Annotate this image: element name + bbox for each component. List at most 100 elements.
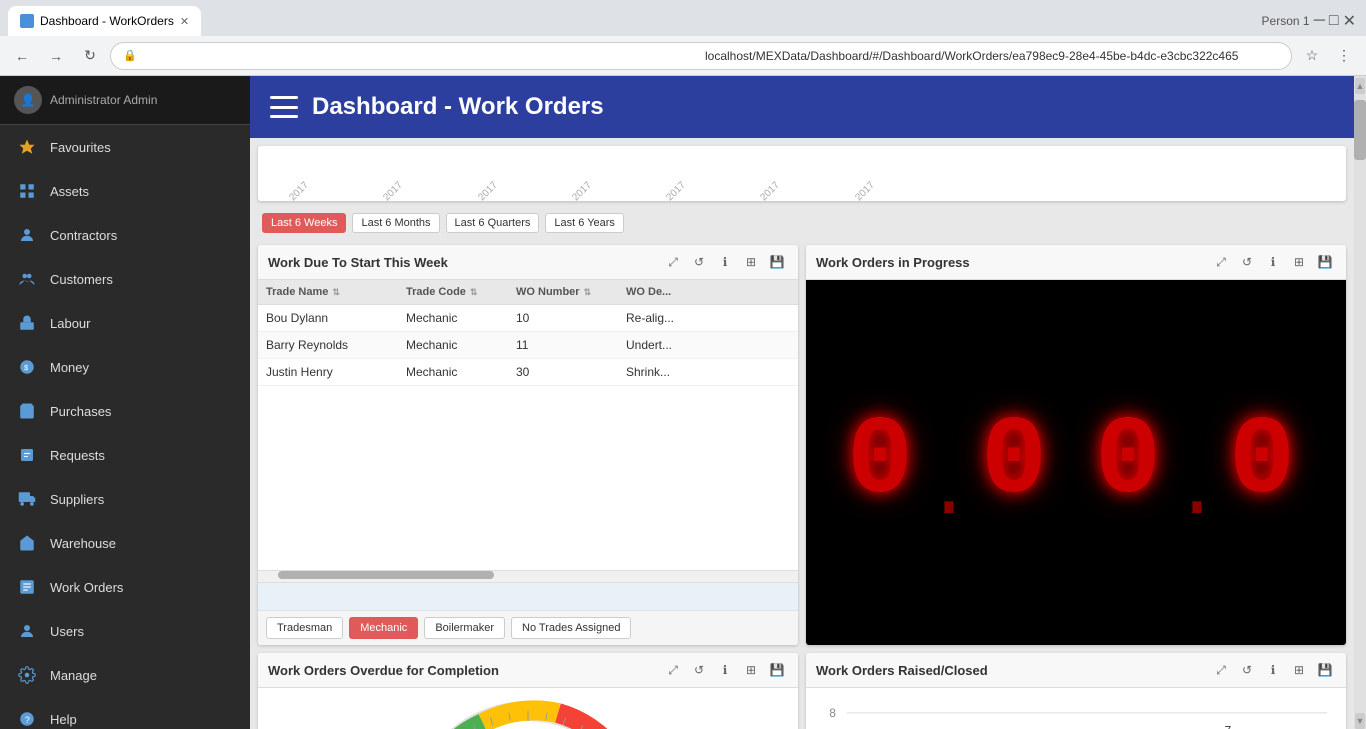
sidebar-item-labour[interactable]: Labour: [0, 301, 250, 345]
cell-trade-code-0: Mechanic: [406, 311, 516, 325]
money-icon: $: [16, 356, 38, 378]
trade-btn-mechanic[interactable]: Mechanic: [349, 617, 418, 639]
expand4-icon[interactable]: ⤢: [1210, 659, 1232, 681]
refresh2-icon[interactable]: ↺: [1236, 251, 1258, 273]
cell-trade-name-2: Justin Henry: [266, 365, 406, 379]
refresh3-icon[interactable]: ↺: [688, 659, 710, 681]
sort-trade-name-icon[interactable]: ⇅: [332, 287, 340, 298]
active-tab[interactable]: Dashboard - WorkOrders ✕: [8, 6, 201, 36]
table-row[interactable]: Justin Henry Mechanic 30 Shrink...: [258, 359, 798, 386]
browser-user-label: Person 1: [1262, 14, 1310, 28]
tab-title: Dashboard - WorkOrders: [40, 14, 174, 28]
sidebar-item-workorders[interactable]: Work Orders: [0, 565, 250, 609]
maximize-button[interactable]: □: [1329, 12, 1339, 30]
filter-last6years[interactable]: Last 6 Years: [545, 213, 624, 233]
sidebar-item-contractors[interactable]: Contractors: [0, 213, 250, 257]
filter-last6weeks[interactable]: Last 6 Weeks: [262, 213, 346, 233]
save4-icon[interactable]: 💾: [1314, 659, 1336, 681]
year-label-3: 2017: [570, 180, 594, 201]
sidebar-label-money: Money: [50, 360, 89, 375]
sidebar-item-requests[interactable]: Requests: [0, 433, 250, 477]
line-chart: 8 7 6 7: [806, 688, 1346, 729]
main-content: Dashboard - Work Orders 2017 2017 2017 2…: [250, 76, 1354, 729]
year-label-4: 2017: [664, 180, 688, 201]
sidebar-item-customers[interactable]: Customers: [0, 257, 250, 301]
expand3-icon[interactable]: ⤢: [662, 659, 684, 681]
hamburger-menu-icon[interactable]: [270, 96, 298, 118]
table2-icon[interactable]: ⊞: [1288, 251, 1310, 273]
page-title: Dashboard - Work Orders: [312, 93, 604, 121]
work-orders-overdue-panel: Work Orders Overdue for Completion ⤢ ↺ ℹ…: [258, 653, 798, 729]
cell-wo-desc-2: Shrink...: [626, 365, 790, 379]
expand2-icon[interactable]: ⤢: [1210, 251, 1232, 273]
users-icon: [16, 620, 38, 642]
minimize-button[interactable]: ─: [1314, 12, 1325, 30]
table4-icon[interactable]: ⊞: [1288, 659, 1310, 681]
sort-wo-number-icon[interactable]: ⇅: [584, 287, 592, 298]
table-row[interactable]: Barry Reynolds Mechanic 11 Undert...: [258, 332, 798, 359]
sidebar-label-manage: Manage: [50, 668, 97, 683]
cell-trade-name-1: Barry Reynolds: [266, 338, 406, 352]
info2-icon[interactable]: ℹ: [1262, 251, 1284, 273]
more-button[interactable]: ⋮: [1330, 42, 1358, 70]
user-avatar: 👤: [14, 86, 42, 114]
sidebar-label-assets: Assets: [50, 184, 89, 199]
expand-icon[interactable]: ⤢: [662, 251, 684, 273]
table-row[interactable]: Bou Dylann Mechanic 10 Re-alig...: [258, 305, 798, 332]
url-display: localhost/MEXData/Dashboard/#/Dashboard/…: [705, 49, 1279, 63]
forward-button[interactable]: →: [42, 42, 70, 70]
sidebar-item-suppliers[interactable]: Suppliers: [0, 477, 250, 521]
work-due-table: Trade Name ⇅ Trade Code ⇅ WO Number ⇅: [258, 280, 798, 645]
col-wo-desc: WO De...: [626, 286, 790, 298]
table-icon[interactable]: ⊞: [740, 251, 762, 273]
svg-text:7: 7: [1224, 724, 1231, 729]
bookmark-button[interactable]: ☆: [1298, 42, 1326, 70]
sidebar-label-warehouse: Warehouse: [50, 536, 116, 551]
dashboard-body: 2017 2017 2017 2017 2017 2017 2017 Last …: [250, 138, 1354, 729]
year-label-2: 2017: [476, 180, 500, 201]
trade-btn-boilermaker[interactable]: Boilermaker: [424, 617, 505, 639]
table-scrollbar[interactable]: [258, 570, 798, 582]
col-trade-code: Trade Code ⇅: [406, 286, 516, 298]
sidebar-item-money[interactable]: $ Money: [0, 345, 250, 389]
sidebar-label-contractors: Contractors: [50, 228, 117, 243]
reload-button[interactable]: ↻: [76, 42, 104, 70]
sidebar-item-users[interactable]: Users: [0, 609, 250, 653]
sidebar-item-assets[interactable]: Assets: [0, 169, 250, 213]
contractors-icon: [16, 224, 38, 246]
trade-btn-tradesman[interactable]: Tradesman: [266, 617, 343, 639]
browser-chrome: Dashboard - WorkOrders ✕ Person 1 ─ □ ✕ …: [0, 0, 1366, 76]
sidebar-item-warehouse[interactable]: Warehouse: [0, 521, 250, 565]
browser-nav: ← → ↻ 🔒 localhost/MEXData/Dashboard/#/Da…: [0, 36, 1366, 76]
close-window-button[interactable]: ✕: [1343, 11, 1356, 31]
tab-close-icon[interactable]: ✕: [180, 15, 189, 28]
save3-icon[interactable]: 💾: [766, 659, 788, 681]
sidebar-item-purchases[interactable]: Purchases: [0, 389, 250, 433]
line-chart-svg: 8 7 6 7: [814, 696, 1338, 729]
main-scrollbar[interactable]: ▲ ▼: [1354, 76, 1366, 729]
gauge-svg: 40 60: [398, 691, 658, 729]
save2-icon[interactable]: 💾: [1314, 251, 1336, 273]
sidebar-item-favourites[interactable]: Favourites: [0, 125, 250, 169]
sidebar-user-label: Administrator Admin: [50, 93, 157, 107]
labour-icon: [16, 312, 38, 334]
sidebar-item-help[interactable]: ? Help: [0, 697, 250, 729]
digital-number-display: 0: [847, 400, 921, 525]
back-button[interactable]: ←: [8, 42, 36, 70]
refresh-icon[interactable]: ↺: [688, 251, 710, 273]
save-icon[interactable]: 💾: [766, 251, 788, 273]
trade-btn-no-trades[interactable]: No Trades Assigned: [511, 617, 631, 639]
app-container: 👤 Administrator Admin Favourites Assets …: [0, 76, 1366, 729]
filter-last6months[interactable]: Last 6 Months: [352, 213, 439, 233]
sidebar-item-manage[interactable]: Manage: [0, 653, 250, 697]
filter-last6quarters[interactable]: Last 6 Quarters: [446, 213, 540, 233]
year-label-0: 2017: [287, 180, 311, 201]
info-icon[interactable]: ℹ: [714, 251, 736, 273]
info3-icon[interactable]: ℹ: [714, 659, 736, 681]
sidebar: 👤 Administrator Admin Favourites Assets …: [0, 76, 250, 729]
info4-icon[interactable]: ℹ: [1262, 659, 1284, 681]
table3-icon[interactable]: ⊞: [740, 659, 762, 681]
address-bar[interactable]: 🔒 localhost/MEXData/Dashboard/#/Dashboar…: [110, 42, 1292, 70]
refresh4-icon[interactable]: ↺: [1236, 659, 1258, 681]
sort-trade-code-icon[interactable]: ⇅: [470, 287, 478, 298]
